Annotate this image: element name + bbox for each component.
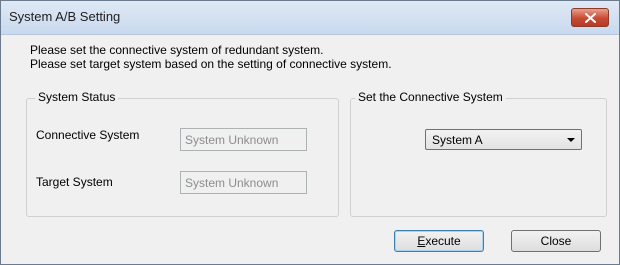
system-status-legend: System Status	[35, 90, 119, 104]
connective-system-selected-value: System A	[432, 133, 483, 147]
instruction-line-2: Please set target system based on the se…	[30, 57, 392, 71]
connective-system-select[interactable]: System A	[425, 129, 582, 150]
title-bar[interactable]: System A/B Setting	[1, 1, 619, 35]
target-system-field: System Unknown	[180, 171, 307, 194]
target-system-label: Target System	[36, 175, 113, 189]
connective-system-label: Connective System	[36, 128, 140, 142]
system-status-group: System Status Connective System System U…	[26, 90, 339, 217]
close-x-icon	[584, 12, 596, 23]
window-title: System A/B Setting	[9, 9, 121, 24]
execute-button[interactable]: Execute	[394, 230, 484, 252]
execute-label: xecute	[425, 234, 461, 248]
close-button[interactable]: Close	[511, 230, 601, 252]
chevron-down-icon	[567, 138, 575, 142]
connective-system-field: System Unknown	[180, 128, 307, 151]
instruction-line-1: Please set the connective system of redu…	[30, 43, 324, 57]
system-ab-setting-dialog: System A/B Setting Please set the connec…	[0, 0, 620, 265]
connective-system-legend: Set the Connective System	[355, 90, 506, 104]
window-close-button[interactable]	[571, 8, 609, 27]
connective-system-group: Set the Connective System System A	[350, 90, 607, 217]
